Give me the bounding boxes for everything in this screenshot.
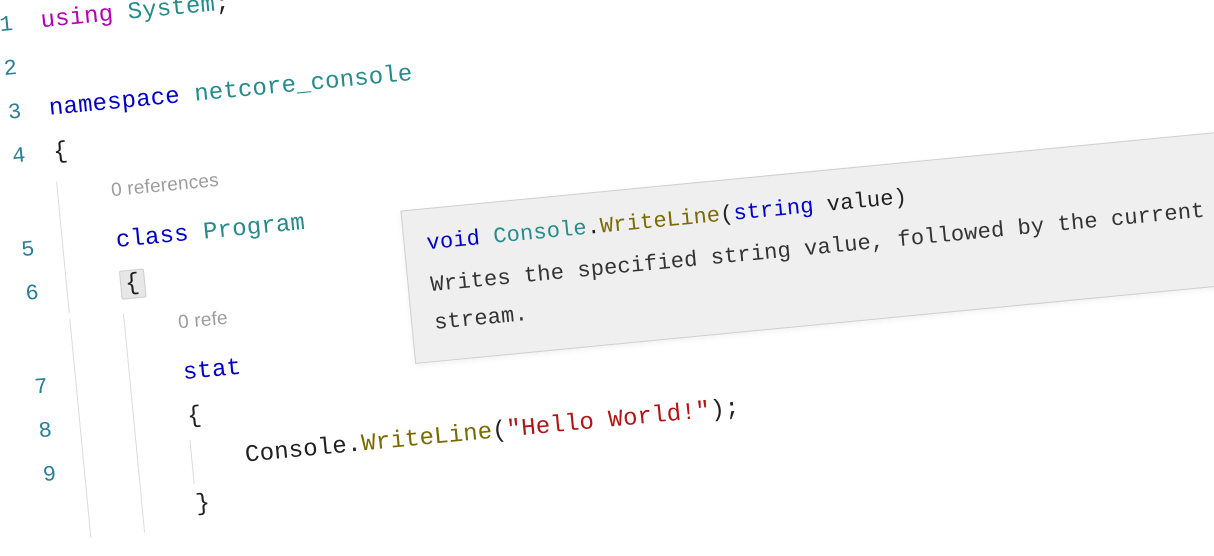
- code-editor[interactable]: 1 using System; 2 3 namespace netcore_co…: [0, 0, 1214, 556]
- codelens-references[interactable]: 0 refe: [177, 308, 229, 334]
- codelens-references[interactable]: 0 references: [110, 170, 220, 201]
- matching-brace: {: [119, 269, 146, 300]
